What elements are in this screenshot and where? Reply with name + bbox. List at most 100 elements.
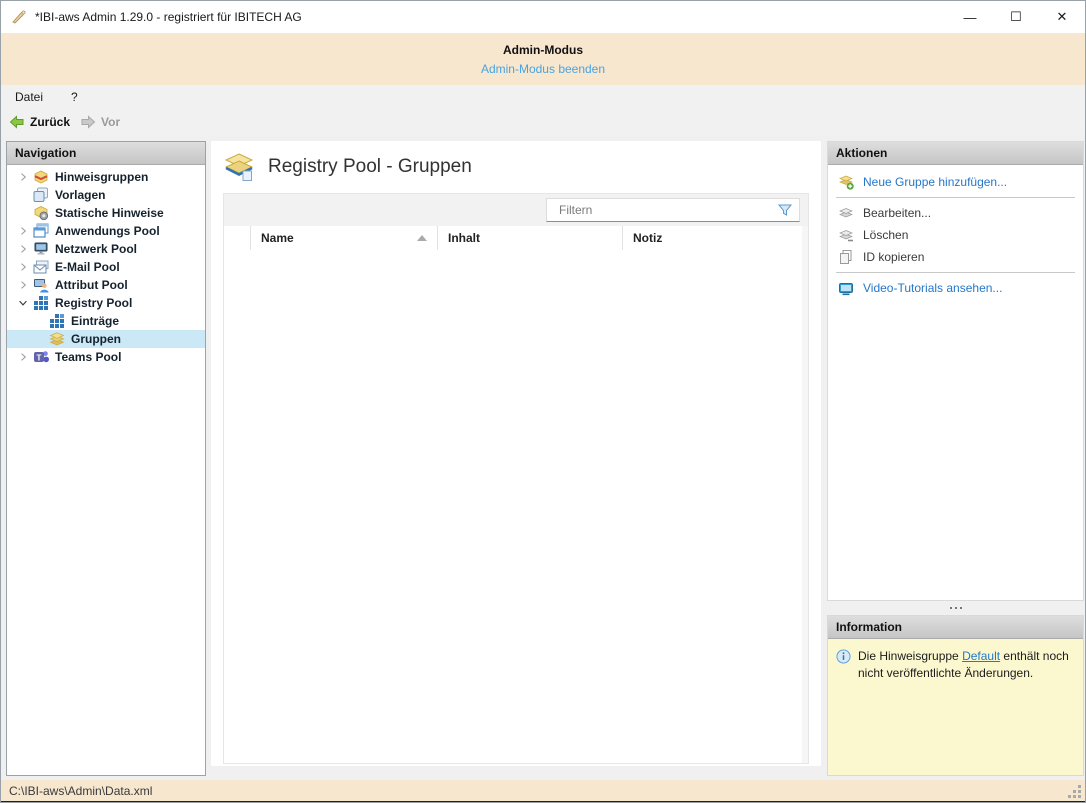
applications-pool-icon	[33, 223, 49, 239]
tree-item-hinweisgruppen[interactable]: Hinweisgruppen	[7, 168, 205, 186]
groups-icon	[49, 331, 65, 347]
tree-item-teams-pool[interactable]: T Teams Pool	[7, 348, 205, 366]
column-header-name-label: Name	[261, 231, 294, 245]
navigation-panel: Navigation Hinweisgruppen Vorlagen Stati…	[6, 141, 206, 776]
tree-item-registry-pool[interactable]: Registry Pool	[7, 294, 205, 312]
tree-item-email-pool[interactable]: E-Mail Pool	[7, 258, 205, 276]
network-pool-icon	[33, 241, 49, 257]
close-button[interactable]: ✕	[1039, 1, 1085, 33]
column-header-inhalt-label: Inhalt	[448, 231, 480, 245]
table-header-row: Name Inhalt Notiz	[224, 226, 808, 251]
delete-group-action-label: Löschen	[863, 228, 909, 242]
back-button[interactable]: Zurück	[9, 114, 70, 130]
templates-icon	[33, 187, 49, 203]
filter-field[interactable]	[546, 198, 800, 222]
admin-mode-banner: Admin-Modus Admin-Modus beenden	[1, 33, 1085, 85]
add-group-action[interactable]: Neue Gruppe hinzufügen...	[828, 171, 1083, 193]
column-header-inhalt[interactable]: Inhalt	[437, 226, 622, 250]
groups-table: Name Inhalt Notiz	[223, 193, 809, 764]
teams-pool-icon: T	[33, 349, 49, 365]
sort-ascending-icon[interactable]	[417, 235, 427, 241]
admin-mode-title: Admin-Modus	[503, 43, 583, 57]
chevron-right-icon[interactable]	[15, 241, 31, 257]
menu-item-datei[interactable]: Datei	[15, 90, 43, 104]
info-icon	[836, 649, 851, 664]
status-bar: C:\IBI-aws\Admin\Data.xml	[1, 780, 1085, 801]
tree-item-gruppen-selected[interactable]: Gruppen	[7, 330, 205, 348]
window-controls: — ☐ ✕	[947, 1, 1085, 33]
chevron-right-icon[interactable]	[15, 169, 31, 185]
information-panel-header: Information	[828, 616, 1083, 639]
information-text-before: Die Hinweisgruppe	[858, 649, 963, 663]
filter-funnel-icon[interactable]	[777, 202, 793, 218]
information-message: Die Hinweisgruppe Default enthält noch n…	[828, 639, 1083, 691]
panel-splitter-handle[interactable]	[827, 601, 1084, 615]
status-file-path: C:\IBI-aws\Admin\Data.xml	[9, 783, 153, 798]
tree-item-label: Teams Pool	[55, 350, 122, 364]
navigation-panel-header: Navigation	[7, 142, 205, 165]
video-tutorials-action[interactable]: Video-Tutorials ansehen...	[828, 277, 1083, 299]
resize-grip[interactable]	[1068, 785, 1081, 798]
edit-group-action-label: Bearbeiten...	[863, 206, 932, 220]
minimize-button[interactable]: —	[947, 1, 993, 33]
table-body-empty	[224, 250, 802, 763]
default-group-link[interactable]: Default	[962, 649, 1000, 663]
page-title: Registry Pool - Gruppen	[268, 156, 472, 177]
app-icon	[11, 9, 27, 25]
actions-panel-header: Aktionen	[828, 142, 1083, 165]
tree-item-label: E-Mail Pool	[55, 260, 120, 274]
tree-item-attribut-pool[interactable]: Attribut Pool	[7, 276, 205, 294]
no-expander	[15, 205, 31, 221]
exit-admin-mode-link[interactable]: Admin-Modus beenden	[481, 62, 605, 76]
svg-text:T: T	[37, 353, 42, 362]
tree-item-statische-hinweise[interactable]: Statische Hinweise	[7, 204, 205, 222]
main-header: Registry Pool - Gruppen	[211, 141, 821, 193]
delete-group-icon	[838, 227, 854, 243]
chevron-right-icon[interactable]	[15, 259, 31, 275]
actions-separator	[836, 272, 1075, 273]
add-group-icon	[838, 174, 854, 190]
tree-item-label: Vorlagen	[55, 188, 106, 202]
column-header-notiz[interactable]: Notiz	[622, 226, 808, 250]
forward-arrow-icon	[80, 114, 96, 130]
table-scrollbar-gutter[interactable]	[802, 226, 808, 763]
navigation-toolbar: Zurück Vor	[1, 109, 1085, 135]
static-notices-icon	[33, 205, 49, 221]
column-header-name[interactable]: Name	[250, 226, 437, 250]
menu-item-help[interactable]: ?	[71, 90, 78, 104]
add-group-action-label: Neue Gruppe hinzufügen...	[863, 175, 1008, 189]
chevron-right-icon[interactable]	[15, 223, 31, 239]
tree-item-label: Einträge	[71, 314, 120, 328]
email-pool-icon	[33, 259, 49, 275]
edit-group-action[interactable]: Bearbeiten...	[828, 202, 1083, 224]
filter-input[interactable]	[547, 202, 777, 218]
delete-group-action[interactable]: Löschen	[828, 224, 1083, 246]
entries-icon	[49, 313, 65, 329]
window-title: *IBI-aws Admin 1.29.0 - registriert für …	[35, 10, 302, 24]
title-bar: *IBI-aws Admin 1.29.0 - registriert für …	[1, 1, 1085, 33]
registry-pool-icon	[33, 295, 49, 311]
copy-id-icon	[838, 249, 854, 265]
edit-group-icon	[838, 205, 854, 221]
app-window: *IBI-aws Admin 1.29.0 - registriert für …	[0, 0, 1086, 803]
no-expander	[15, 187, 31, 203]
tree-item-anwendungs-pool[interactable]: Anwendungs Pool	[7, 222, 205, 240]
tree-item-netzwerk-pool[interactable]: Netzwerk Pool	[7, 240, 205, 258]
forward-button[interactable]: Vor	[80, 114, 120, 130]
main-content-panel: Registry Pool - Gruppen Name	[211, 141, 821, 766]
chevron-down-icon[interactable]	[15, 295, 31, 311]
tree-item-eintraege[interactable]: Einträge	[7, 312, 205, 330]
column-header-blank	[224, 226, 250, 250]
tree-item-label: Gruppen	[71, 332, 121, 346]
maximize-button[interactable]: ☐	[993, 1, 1039, 33]
forward-button-label: Vor	[101, 115, 121, 129]
chevron-right-icon[interactable]	[15, 349, 31, 365]
tree-item-label: Registry Pool	[55, 296, 133, 310]
chevron-right-icon[interactable]	[15, 277, 31, 293]
copy-id-action[interactable]: ID kopieren	[828, 246, 1083, 268]
copy-id-action-label: ID kopieren	[863, 250, 925, 264]
tree-item-label: Statische Hinweise	[55, 206, 164, 220]
attribute-pool-icon	[33, 277, 49, 293]
tree-item-vorlagen[interactable]: Vorlagen	[7, 186, 205, 204]
video-tutorials-icon	[838, 280, 854, 296]
